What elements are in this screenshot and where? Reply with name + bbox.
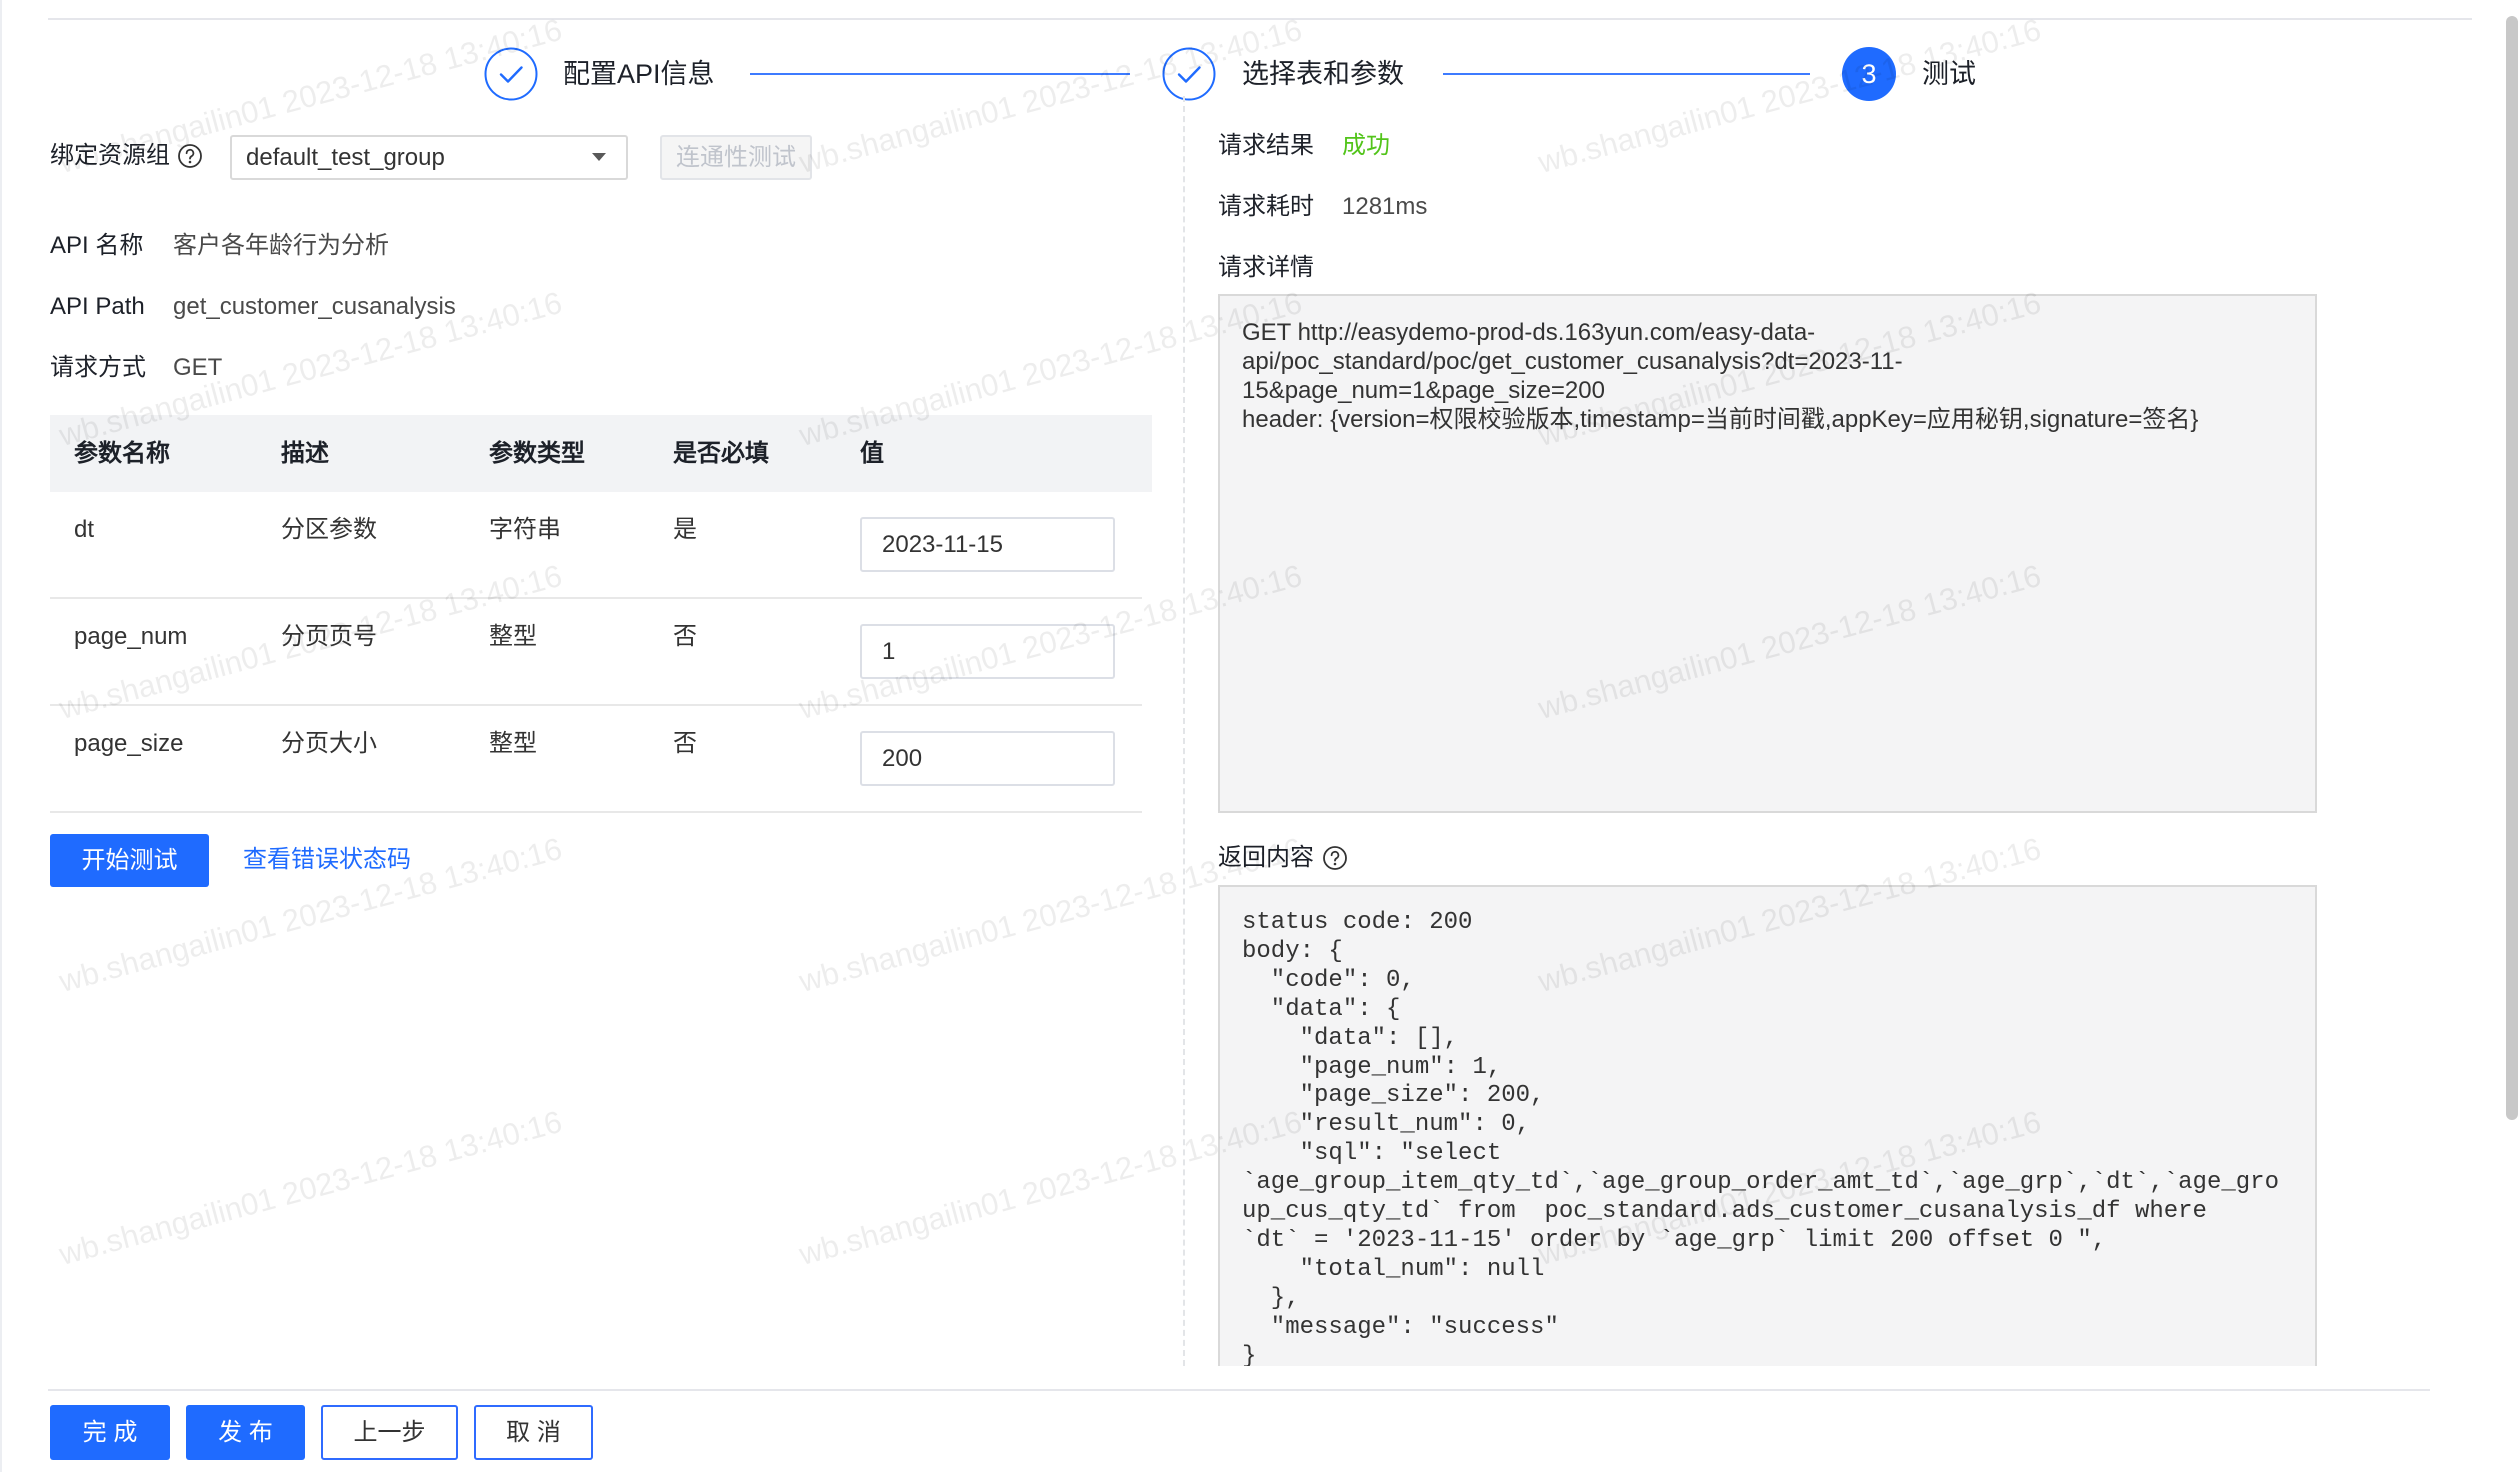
- connectivity-test-button[interactable]: 连通性测试: [660, 135, 812, 180]
- param-required-cell: 否: [673, 730, 697, 757]
- panel-divider: [1183, 96, 1185, 1366]
- footer-divider: [48, 1389, 2430, 1391]
- table-row: page_num 分页页号 整型 否: [50, 599, 1142, 706]
- param-name-cell: page_size: [74, 730, 184, 757]
- param-type-cell: 字符串: [489, 516, 561, 543]
- top-divider: [48, 18, 2472, 20]
- api-name-label: API 名称: [50, 232, 144, 259]
- watermark-text: wb.shangailin01 2023-12-18 13:40:16: [55, 1103, 566, 1272]
- done-button[interactable]: 完 成: [50, 1405, 170, 1460]
- param-desc-cell: 分页大小: [281, 730, 377, 757]
- page-edge: [0, 0, 2, 1472]
- request-detail-box[interactable]: GET http://easydemo-prod-ds.163yun.com/e…: [1218, 294, 2317, 813]
- param-type-cell: 整型: [489, 623, 537, 650]
- response-content-box[interactable]: status code: 200 body: { "code": 0, "dat…: [1218, 885, 2317, 1366]
- vertical-scrollbar-thumb[interactable]: [2506, 16, 2518, 1120]
- params-table-header: 参数名称 描述 参数类型 是否必填 值: [50, 415, 1152, 492]
- param-value-input[interactable]: [860, 517, 1115, 572]
- step-connector: [1443, 73, 1810, 75]
- column-header-value: 值: [860, 440, 884, 467]
- table-row: page_size 分页大小 整型 否: [50, 706, 1142, 813]
- request-duration-value: 1281ms: [1342, 193, 1428, 220]
- api-path-label: API Path: [50, 293, 145, 320]
- param-desc-cell: 分区参数: [281, 516, 377, 543]
- publish-button[interactable]: 发 布: [186, 1405, 305, 1460]
- column-header-param-type: 参数类型: [489, 440, 585, 467]
- previous-step-button[interactable]: 上一步: [321, 1405, 458, 1460]
- step-current-number: 3: [1842, 47, 1896, 101]
- response-content-label: 返回内容: [1218, 844, 1314, 871]
- question-circle-icon[interactable]: [1322, 845, 1348, 871]
- request-detail-line: 15&page_num=1&page_size=200: [1242, 377, 1605, 404]
- column-header-description: 描述: [281, 440, 329, 467]
- param-required-cell: 否: [673, 623, 697, 650]
- table-row: dt 分区参数 字符串 是: [50, 492, 1142, 599]
- request-result-value: 成功: [1342, 132, 1390, 159]
- cancel-button[interactable]: 取 消: [474, 1405, 593, 1460]
- request-duration-label: 请求耗时: [1218, 193, 1314, 220]
- column-header-param-name: 参数名称: [74, 440, 170, 467]
- request-method-label: 请求方式: [50, 354, 146, 381]
- param-desc-cell: 分页页号: [281, 623, 377, 650]
- param-type-cell: 整型: [489, 730, 537, 757]
- api-path-value: get_customer_cusanalysis: [173, 293, 456, 320]
- response-body-text: status code: 200 body: { "code": 0, "dat…: [1242, 909, 2279, 1366]
- check-circle-icon: [484, 47, 538, 101]
- view-error-codes-link[interactable]: 查看错误状态码: [243, 842, 411, 878]
- request-method-value: GET: [173, 354, 223, 381]
- caret-down-icon[interactable]: [592, 153, 606, 162]
- step-label-test: 测试: [1922, 59, 1976, 89]
- step-label-config-api: 配置API信息: [563, 59, 715, 89]
- request-detail-line: GET http://easydemo-prod-ds.163yun.com/e…: [1242, 319, 1816, 346]
- param-name-cell: dt: [74, 516, 95, 543]
- param-required-cell: 是: [673, 516, 697, 543]
- request-result-label: 请求结果: [1218, 132, 1314, 159]
- request-detail-label: 请求详情: [1218, 254, 1314, 281]
- param-value-input[interactable]: [860, 624, 1115, 679]
- api-name-value: 客户各年龄行为分析: [173, 232, 389, 259]
- column-header-required: 是否必填: [673, 440, 769, 467]
- param-name-cell: page_num: [74, 623, 188, 650]
- request-detail-line: api/poc_standard/poc/get_customer_cusana…: [1242, 348, 1903, 375]
- step-connector: [750, 73, 1130, 75]
- request-detail-line: header: {version=权限校验版本,timestamp=当前时间戳,…: [1242, 406, 2199, 433]
- param-value-input[interactable]: [860, 731, 1115, 786]
- check-circle-icon: [1162, 47, 1216, 101]
- start-test-button[interactable]: 开始测试: [50, 834, 209, 887]
- question-circle-icon[interactable]: [177, 143, 203, 169]
- resource-group-select[interactable]: default_test_group: [230, 135, 628, 180]
- step-label-select-table: 选择表和参数: [1242, 59, 1404, 89]
- resource-group-label: 绑定资源组: [50, 142, 170, 169]
- watermark-text: wb.shangailin01 2023-12-18 13:40:16: [1534, 11, 2045, 180]
